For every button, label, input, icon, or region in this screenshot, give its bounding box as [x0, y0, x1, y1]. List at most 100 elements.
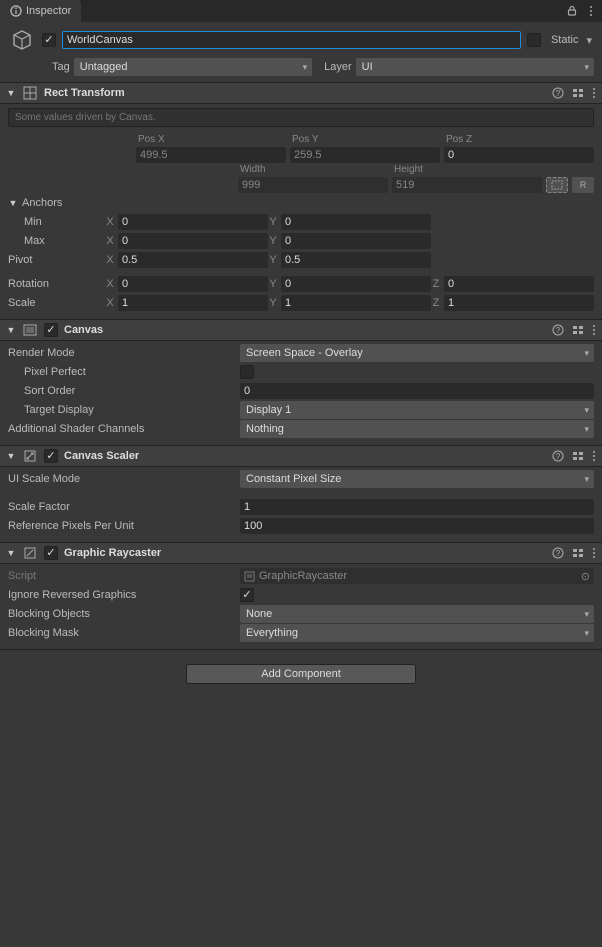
svg-text:?: ? [556, 326, 561, 335]
scale-z[interactable] [444, 295, 594, 311]
component-title: Canvas Scaler [64, 450, 546, 462]
raycaster-icon [22, 545, 38, 561]
shader-channels-dropdown[interactable]: Nothing [240, 420, 594, 438]
max-label: Max [8, 235, 105, 247]
component-title: Rect Transform [44, 87, 546, 99]
help-icon[interactable]: ? [552, 324, 564, 336]
pos-z-input[interactable] [444, 147, 594, 163]
ignore-reversed-label: Ignore Reversed Graphics [8, 589, 240, 601]
static-checkbox[interactable] [527, 33, 541, 47]
pos-x-input[interactable] [136, 147, 286, 163]
min-label: Min [8, 216, 105, 228]
lock-icon[interactable] [566, 5, 578, 17]
anchor-min-x[interactable] [118, 214, 268, 230]
blocking-objects-label: Blocking Objects [8, 608, 240, 620]
blueprint-mode-button[interactable] [546, 177, 568, 193]
gameobject-header: Static ▾ Tag Untagged Layer UI [0, 22, 602, 82]
help-icon[interactable]: ? [552, 547, 564, 559]
script-label: Script [8, 570, 240, 582]
sort-order-label: Sort Order [8, 385, 240, 397]
static-dropdown-arrow[interactable]: ▾ [584, 34, 594, 47]
render-mode-label: Render Mode [8, 347, 240, 359]
help-icon[interactable]: ? [552, 87, 564, 99]
object-picker-icon[interactable]: ⊙ [581, 570, 590, 583]
rotation-y[interactable] [281, 276, 431, 292]
pivot-label: Pivot [8, 254, 105, 266]
menu-icon[interactable] [592, 324, 596, 336]
preset-icon[interactable] [572, 547, 584, 559]
pivot-y[interactable] [281, 252, 431, 268]
raw-edit-button[interactable]: R [572, 177, 594, 193]
pixel-perfect-checkbox[interactable] [240, 365, 254, 379]
info-icon [10, 5, 22, 17]
help-icon[interactable]: ? [552, 450, 564, 462]
width-label: Width [238, 164, 388, 175]
scale-label: Scale [8, 297, 105, 309]
script-icon [244, 571, 255, 582]
tab-title: Inspector [26, 5, 71, 17]
menu-icon[interactable] [592, 547, 596, 559]
tag-dropdown[interactable]: Untagged [74, 58, 312, 76]
preset-icon[interactable] [572, 450, 584, 462]
ignore-reversed-checkbox[interactable] [240, 588, 254, 602]
blocking-objects-dropdown[interactable]: None [240, 605, 594, 623]
pos-y-label: Pos Y [290, 134, 440, 145]
tag-label: Tag [52, 61, 70, 73]
layer-dropdown[interactable]: UI [356, 58, 594, 76]
blocking-mask-label: Blocking Mask [8, 627, 240, 639]
rotation-z[interactable] [444, 276, 594, 292]
raycaster-enabled-checkbox[interactable] [44, 546, 58, 560]
inspector-tab[interactable]: Inspector [0, 0, 81, 22]
pivot-x[interactable] [118, 252, 268, 268]
foldout-icon[interactable]: ▼ [6, 451, 16, 461]
pos-x-label: Pos X [136, 134, 286, 145]
anchors-foldout[interactable]: ▼ [8, 198, 18, 208]
scale-y[interactable] [281, 295, 431, 311]
rect-transform-props: Pos X Pos Y Pos Z Width Height [0, 131, 602, 319]
render-mode-dropdown[interactable]: Screen Space - Overlay [240, 344, 594, 362]
pos-y-input[interactable] [290, 147, 440, 163]
ref-px-input[interactable] [240, 518, 594, 534]
sort-order-input[interactable] [240, 383, 594, 399]
gameobject-active-checkbox[interactable] [42, 33, 56, 47]
blocking-mask-dropdown[interactable]: Everything [240, 624, 594, 642]
preset-icon[interactable] [572, 87, 584, 99]
rotation-x[interactable] [118, 276, 268, 292]
scale-factor-input[interactable] [240, 499, 594, 515]
canvas-icon [22, 322, 38, 338]
foldout-icon[interactable]: ▼ [6, 325, 16, 335]
preset-icon[interactable] [572, 324, 584, 336]
ui-scale-mode-dropdown[interactable]: Constant Pixel Size [240, 470, 594, 488]
foldout-icon[interactable]: ▼ [6, 548, 16, 558]
canvas-scaler-icon [22, 448, 38, 464]
foldout-icon[interactable]: ▼ [6, 88, 16, 98]
anchor-min-y[interactable] [281, 214, 431, 230]
rect-transform-header[interactable]: ▼ Rect Transform ? [0, 82, 602, 104]
anchor-max-x[interactable] [118, 233, 268, 249]
canvas-scaler-enabled-checkbox[interactable] [44, 449, 58, 463]
svg-text:?: ? [556, 549, 561, 558]
script-field: GraphicRaycaster ⊙ [240, 568, 594, 584]
scale-x[interactable] [118, 295, 268, 311]
width-input [238, 177, 388, 193]
tab-bar: Inspector [0, 0, 602, 22]
menu-icon[interactable] [592, 87, 596, 99]
target-display-dropdown[interactable]: Display 1 [240, 401, 594, 419]
rect-transform-icon [22, 85, 38, 101]
canvas-scaler-header[interactable]: ▼ Canvas Scaler ? [0, 445, 602, 467]
layer-label: Layer [324, 61, 352, 73]
canvas-enabled-checkbox[interactable] [44, 323, 58, 337]
tab-menu-icon[interactable] [586, 5, 596, 17]
rotation-label: Rotation [8, 278, 105, 290]
menu-icon[interactable] [592, 450, 596, 462]
ref-px-label: Reference Pixels Per Unit [8, 520, 240, 532]
gameobject-icon[interactable] [8, 26, 36, 54]
height-input [392, 177, 542, 193]
component-title: Graphic Raycaster [64, 547, 546, 559]
anchor-max-y[interactable] [281, 233, 431, 249]
add-component-button[interactable]: Add Component [186, 664, 416, 684]
gameobject-name-input[interactable] [62, 31, 521, 49]
canvas-header[interactable]: ▼ Canvas ? [0, 319, 602, 341]
target-display-label: Target Display [8, 404, 240, 416]
raycaster-header[interactable]: ▼ Graphic Raycaster ? [0, 542, 602, 564]
